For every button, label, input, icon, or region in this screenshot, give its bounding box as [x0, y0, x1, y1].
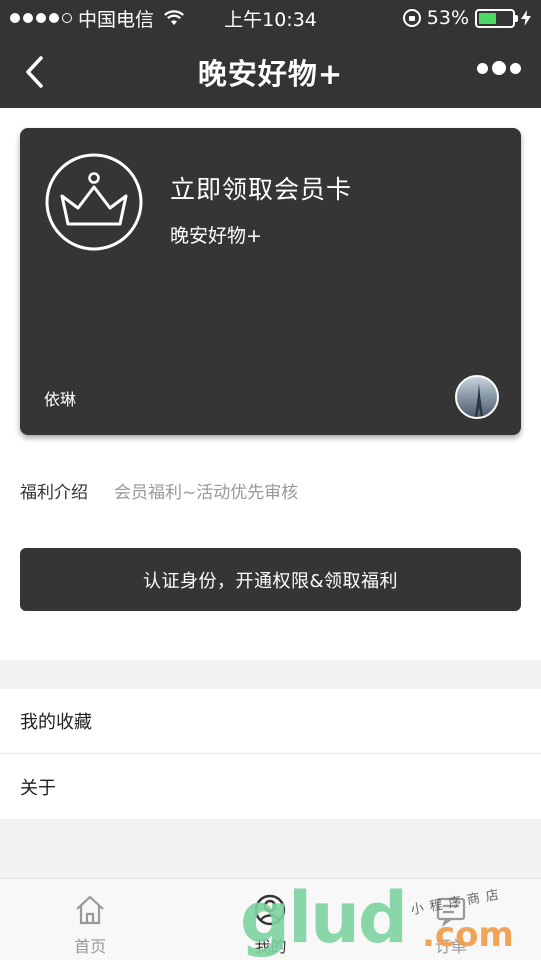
nav-bar: 晚安好物+ — [0, 36, 541, 108]
menu-item-label: 关于 — [20, 777, 56, 799]
verify-identity-button[interactable]: 认证身份，开通权限&领取福利 — [20, 548, 521, 611]
status-bar: 中国电信 上午10:34 53% — [0, 0, 541, 36]
battery-fill — [479, 12, 496, 24]
more-button[interactable] — [477, 61, 521, 75]
benefit-value: 会员福利~活动优先审核 — [114, 483, 299, 503]
menu-item-about[interactable]: 关于 — [0, 754, 541, 819]
card-subtitle: 晚安好物+ — [170, 225, 262, 247]
home-icon — [76, 895, 104, 925]
chevron-left-icon — [26, 56, 43, 88]
signal-strength-icon — [10, 13, 72, 23]
card-owner-name: 依琳 — [44, 390, 77, 409]
order-icon — [436, 897, 465, 927]
menu-list: 我的收藏 关于 — [0, 689, 541, 819]
benefit-label: 福利介绍 — [20, 483, 88, 503]
wifi-icon — [164, 10, 184, 25]
member-card[interactable]: 立即领取会员卡 晚安好物+ 依琳 — [20, 128, 521, 435]
tab-bar: 首页 我的 订单 — [0, 878, 541, 960]
rotation-lock-icon — [402, 9, 421, 27]
battery-icon — [475, 8, 518, 28]
avatar — [455, 375, 499, 419]
user-icon — [255, 894, 286, 926]
menu-item-favorites[interactable]: 我的收藏 — [0, 689, 541, 754]
charging-bolt-icon — [521, 10, 531, 26]
tab-mine[interactable]: 我的 — [180, 879, 360, 960]
crown-icon — [45, 153, 143, 251]
tab-home[interactable]: 首页 — [0, 879, 180, 960]
card-title: 立即领取会员卡 — [170, 175, 353, 204]
more-dots-icon — [477, 62, 488, 74]
tab-label: 订单 — [434, 937, 467, 956]
carrier-name: 中国电信 — [78, 8, 155, 31]
back-button[interactable] — [14, 52, 54, 92]
tab-label: 首页 — [74, 937, 107, 956]
eiffel-tower-image — [475, 383, 483, 417]
menu-item-label: 我的收藏 — [20, 712, 92, 733]
tab-label: 我的 — [254, 937, 287, 956]
page-title: 晚安好物+ — [197, 57, 344, 91]
benefit-intro-row: 福利介绍 会员福利~活动优先审核 — [20, 478, 298, 503]
tab-orders[interactable]: 订单 — [361, 879, 541, 960]
battery-percent: 53% — [426, 7, 469, 29]
